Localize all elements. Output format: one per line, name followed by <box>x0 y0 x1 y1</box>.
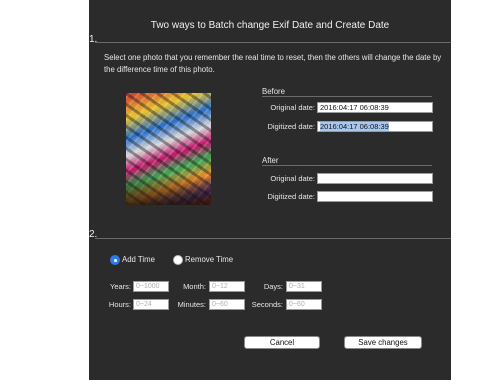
section-2-divider <box>95 238 451 239</box>
after-divider <box>262 165 432 166</box>
before-original-date-field[interactable]: 2016:04:17 06:08:39 <box>317 102 433 113</box>
after-digitized-date-label: Digitized date: <box>267 192 315 201</box>
minutes-label: Minutes: <box>177 300 206 309</box>
selected-text: 2016:04:17 06:08:39 <box>320 122 389 131</box>
before-digitized-date-field[interactable]: 2016:04:17 06:08:39 <box>317 121 433 132</box>
years-input[interactable]: 0~1000 <box>133 281 169 292</box>
before-original-date-label: Original date: <box>270 103 315 112</box>
dialog-title: Two ways to Batch change Exif Date and C… <box>150 20 390 31</box>
save-changes-button[interactable]: Save changes <box>344 336 422 349</box>
before-digitized-date-label: Digitized date: <box>267 122 315 131</box>
remove-time-label[interactable]: Remove Time <box>185 255 233 264</box>
section-1-number: 1. <box>89 34 98 45</box>
days-input[interactable]: 0~31 <box>286 281 322 292</box>
years-label: Years: <box>110 282 131 291</box>
after-heading: After <box>262 156 279 165</box>
hours-label: Hours: <box>108 300 131 309</box>
cancel-button[interactable]: Cancel <box>244 336 320 349</box>
add-time-radio[interactable] <box>110 255 120 265</box>
remove-time-radio[interactable] <box>173 255 183 265</box>
hours-input[interactable]: 0~24 <box>133 299 169 310</box>
batch-date-dialog: Two ways to Batch change Exif Date and C… <box>89 0 451 380</box>
before-heading: Before <box>262 87 285 96</box>
before-divider <box>262 96 432 97</box>
after-original-date-label: Original date: <box>270 174 315 183</box>
section-1-divider <box>95 42 451 43</box>
instructions-text: Select one photo that you remember the r… <box>104 53 442 74</box>
seconds-label: Seconds: <box>251 300 283 309</box>
after-original-date-field[interactable] <box>317 173 433 184</box>
selected-photo-thumbnail[interactable] <box>126 93 211 205</box>
days-label: Days: <box>263 282 283 291</box>
month-input[interactable]: 0~12 <box>209 281 245 292</box>
add-time-label[interactable]: Add Time <box>122 255 155 264</box>
month-label: Month: <box>183 282 206 291</box>
seconds-input[interactable]: 0~60 <box>286 299 322 310</box>
after-digitized-date-field[interactable] <box>317 191 433 202</box>
minutes-input[interactable]: 0~60 <box>209 299 245 310</box>
